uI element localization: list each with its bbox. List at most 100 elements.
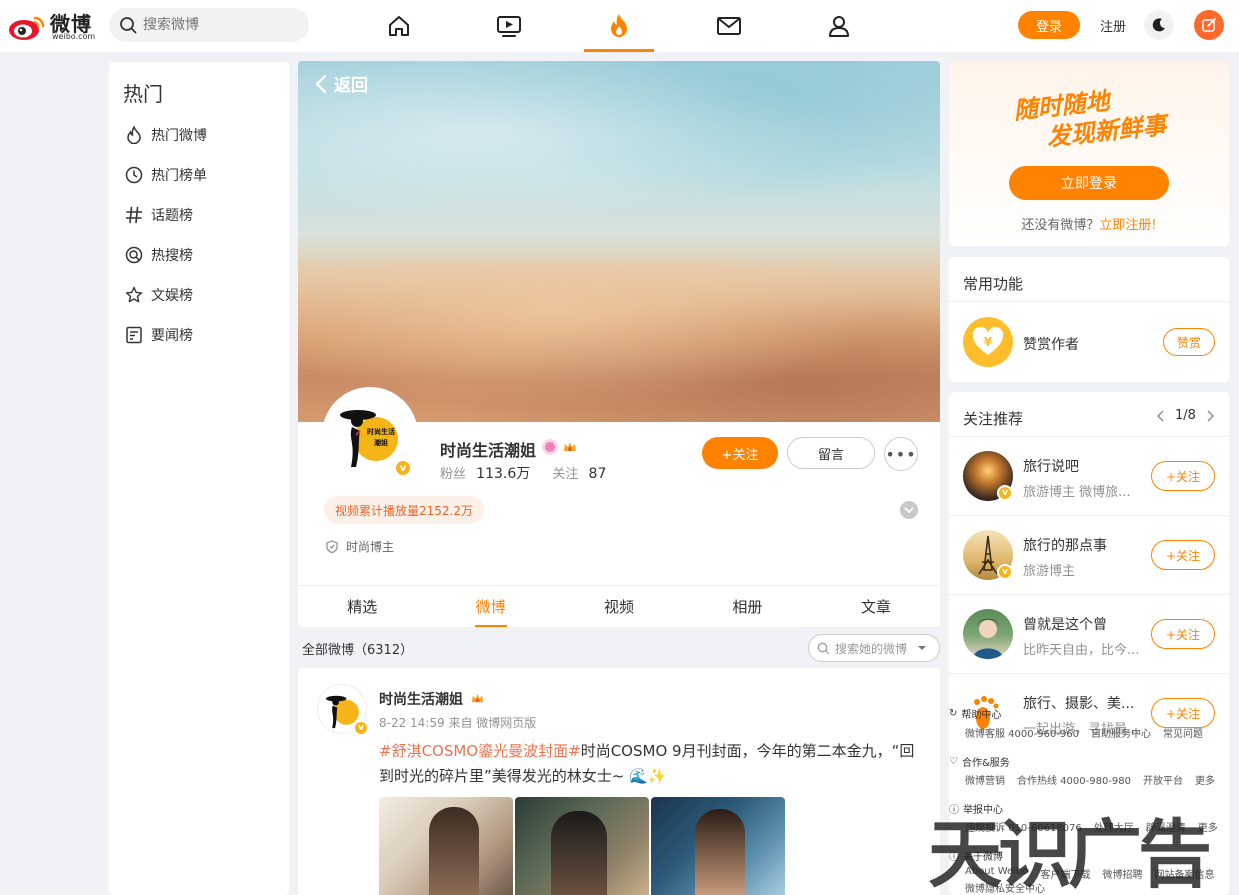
footer-link[interactable]: 开放平台 [1143,772,1183,787]
biz-service-label[interactable]: 合作&服务 [962,754,1010,769]
expand-button[interactable] [900,501,918,519]
sidebar-item-label: 文娱榜 [151,288,193,304]
recommend-follow-button[interactable]: +关注 [1151,461,1215,491]
profile-tabs: 精选 微博 视频 相册 文章 [298,585,940,627]
back-label: 返回 [334,76,368,96]
profile-name: 时尚生活潮姐 [440,441,537,460]
post-meta: 8-22 14:59 来自 微博网页版 [379,716,537,730]
news-icon [123,324,145,346]
sidebar-item-entertainment[interactable]: 文娱榜 [123,280,283,310]
follow-count[interactable]: 87 [589,466,607,482]
compose-button[interactable] [1194,10,1224,40]
moon-icon [1152,18,1165,32]
sidebar-item-label: 热门微博 [151,128,207,144]
fans-count[interactable]: 113.6万 [476,466,530,482]
search-box[interactable] [109,8,309,42]
nav-profile[interactable] [804,0,874,52]
recommend-name[interactable]: 旅行说吧 [1023,456,1079,476]
recommend-name[interactable]: 旅行的那点事 [1023,535,1107,555]
post-image-3[interactable] [651,797,785,895]
tab-weibo[interactable]: 微博 [426,586,554,627]
sidebar-item-label: 要闻榜 [151,328,193,344]
sidebar-item-topics[interactable]: 话题榜 [123,200,283,230]
sidebar-item-hot-list[interactable]: 热门榜单 [123,160,283,190]
hashtag-icon [123,204,145,226]
promo-slogan: 随时随地 发现新鲜事 [1012,80,1167,155]
functions-title: 常用功能 [963,275,1024,293]
post-author-name: 时尚生活潮姐 [379,692,463,708]
verified-badge-icon: v [353,720,369,736]
register-now-link[interactable]: 立即注册! [1099,218,1156,233]
post-image-1[interactable] [379,797,513,895]
search-input[interactable] [143,8,303,42]
register-link[interactable]: 注册 [1100,16,1126,35]
hot-icon [611,14,627,37]
footer-link[interactable]: 合作热线 4000-980-980 [1017,772,1131,787]
image-figure [551,811,607,895]
footer-link[interactable]: 微博客服 4000-960-960 [965,725,1079,740]
help-center-label[interactable]: 帮助中心 [961,706,1001,721]
footer-link[interactable]: 自助服务中心 [1091,725,1151,740]
user-icon [829,16,849,37]
footer-link[interactable]: 常见问题 [1163,725,1203,740]
sidebar-item-news[interactable]: 要闻榜 [123,320,283,350]
nav-home[interactable] [364,0,434,52]
dark-mode-button[interactable] [1144,10,1174,40]
pager-text: 1/8 [1175,408,1196,423]
post-image-2[interactable] [515,797,649,895]
chevron-left-icon[interactable] [1157,410,1165,422]
footer-link[interactable]: 微博营销 [965,772,1005,787]
recommend-follow-button[interactable]: +关注 [1151,619,1215,649]
message-button[interactable]: 留言 [787,437,875,469]
footer-biz-title: ♡ 合作&服务 [949,754,1010,769]
video-play-count-tag[interactable]: 视频累计播放量2152.2万 [324,496,484,524]
tab-video[interactable]: 视频 [555,586,683,627]
feed-search-box[interactable]: 搜索她的微博 [808,634,940,662]
tab-article[interactable]: 文章 [812,586,940,627]
nav-hot[interactable] [584,0,654,52]
recommend-follow-button[interactable]: +关注 [1151,540,1215,570]
follow-button[interactable]: +关注 [702,437,778,469]
back-button[interactable]: 返回 [314,71,368,96]
watermark-text: 天识广告 [928,812,1212,895]
image-figure [695,809,745,895]
nav-mail[interactable] [694,0,764,52]
tab-album[interactable]: 相册 [683,586,811,627]
recommend-desc: 比昨天自由，比今... [1023,643,1140,658]
post-hashtag[interactable]: #舒淇COSMO鎏光曼波封面# [379,742,581,760]
weibo-logo[interactable]: 微博 weibo.com [8,6,98,42]
crown-icon [471,693,483,703]
reward-button[interactable]: 赞赏 [1163,328,1215,356]
sidebar-item-label: 热搜榜 [151,248,193,264]
recommend-item[interactable]: 曾就是这个曾 比昨天自由，比今... +关注 [949,595,1229,674]
role-text: 时尚博主 [346,540,395,554]
footer-link[interactable]: 更多 [1195,772,1215,787]
crown-icon [562,439,578,455]
tab-featured[interactable]: 精选 [298,586,426,627]
recommend-item[interactable]: v 旅行说吧 旅游博主 微博旅... +关注 [949,437,1229,516]
more-button[interactable]: ••• [884,437,918,471]
profile-badges [542,439,578,455]
chevron-right-icon[interactable] [1206,410,1214,422]
left-sidebar: 热门 热门微博 热门榜单 话题榜 热搜榜 文娱榜 要闻榜 [109,62,289,895]
post-author[interactable]: 时尚生活潮姐 [379,689,485,709]
search-icon [817,642,830,654]
nav-video[interactable] [474,0,544,52]
recommend-item[interactable]: v 旅行的那点事 旅游博主 +关注 [949,516,1229,595]
profile-card: 返回 时尚生活潮姐 v 时尚生活潮姐 粉丝 113.6万 关注 87 +关注 留… [298,61,940,627]
sidebar-item-label: 热门榜单 [151,168,207,184]
chevron-left-icon [315,74,327,93]
footer-help-row: 微博客服 4000-960-960 自助服务中心 常见问题 [965,725,1203,740]
verified-badge-icon: v [997,485,1013,501]
top-bar: 微博 weibo.com 搜索微博 登录 注册 [0,0,1239,52]
common-functions-card: 常用功能 ¥ 赞赏作者 赞赏 [949,257,1229,382]
sidebar-item-hot-weibo[interactable]: 热门微博 [123,120,283,150]
recommend-avatar[interactable] [963,609,1013,659]
recommend-desc: 旅游博主 [1023,564,1076,579]
profile-avatar[interactable]: 时尚生活潮姐 v [322,387,418,483]
sidebar-item-hot-search[interactable]: 热搜榜 [123,240,283,270]
footer-help-title: ↻ 帮助中心 [949,706,1001,721]
login-button[interactable]: 登录 [1018,11,1080,39]
recommend-name[interactable]: 曾就是这个曾 [1023,614,1107,634]
promo-login-button[interactable]: 立即登录 [1009,166,1169,200]
